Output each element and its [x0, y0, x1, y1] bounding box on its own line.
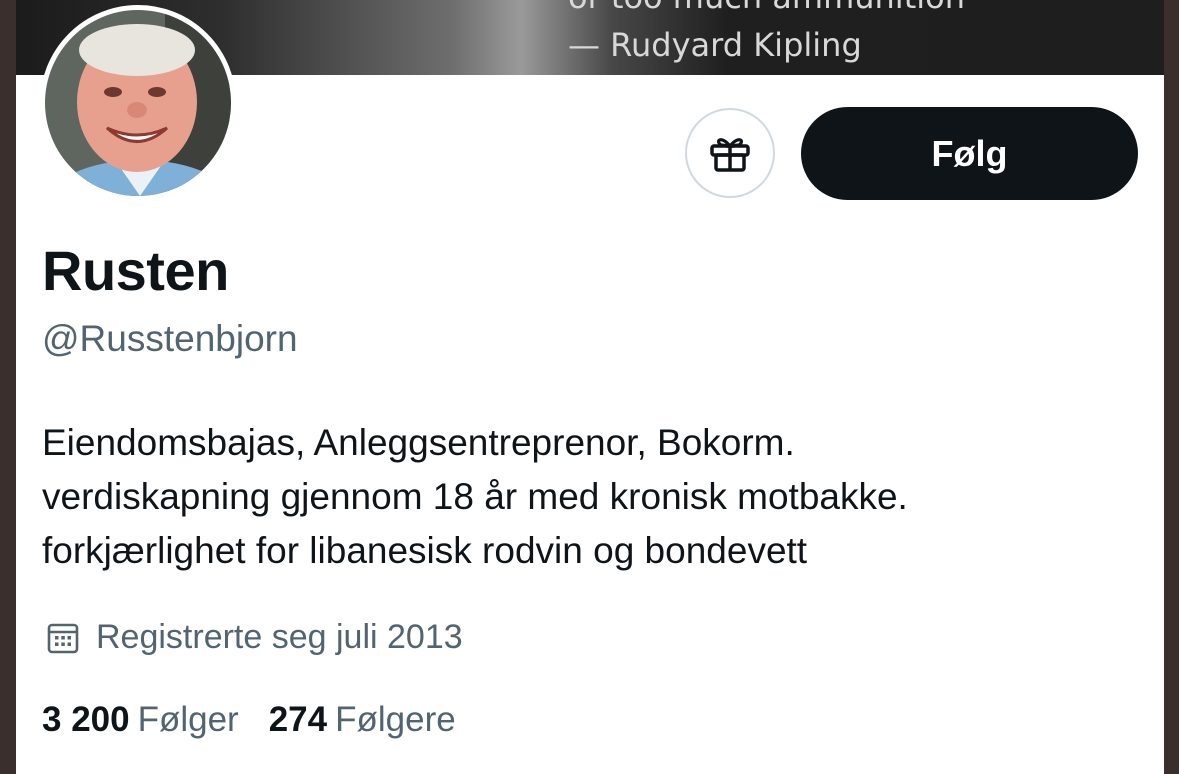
following-count: 3 200	[42, 700, 130, 739]
gift-icon	[709, 133, 751, 173]
profile-stats: 3 200 Følger 274 Følgere	[42, 700, 486, 740]
banner-quote-line2: — Rudyard Kipling	[568, 26, 862, 64]
followers-count: 274	[268, 700, 328, 739]
calendar-icon	[46, 621, 80, 655]
follow-button[interactable]: Følg	[801, 107, 1138, 200]
followers-link[interactable]: 274 Følgere	[269, 700, 456, 740]
gift-button[interactable]	[685, 108, 775, 198]
joined-text: Registrerte seg juli 2013	[96, 618, 463, 656]
profile-name: Rusten	[42, 239, 229, 302]
bio-line: forkjærlighet for libanesisk rodvin og b…	[42, 530, 808, 571]
profile-card: or too much ammunition — Rudyard Kipling	[16, 0, 1164, 774]
profile-handle: @Russtenbjorn	[42, 318, 298, 359]
following-link[interactable]: 3 200 Følger	[42, 700, 239, 740]
following-label: Følger	[137, 700, 239, 739]
followers-label: Følgere	[335, 700, 456, 739]
profile-bio: Eiendomsbajas, Anleggsentreprenor, Bokor…	[42, 416, 1142, 578]
avatar[interactable]	[40, 5, 236, 201]
bio-line: Eiendomsbajas, Anleggsentreprenor, Bokor…	[42, 422, 795, 463]
joined-date: Registrerte seg juli 2013	[46, 618, 463, 657]
bio-line: verdiskapning gjennom 18 år med kronisk …	[42, 476, 908, 517]
banner-quote-line1: or too much ammunition	[568, 0, 965, 16]
